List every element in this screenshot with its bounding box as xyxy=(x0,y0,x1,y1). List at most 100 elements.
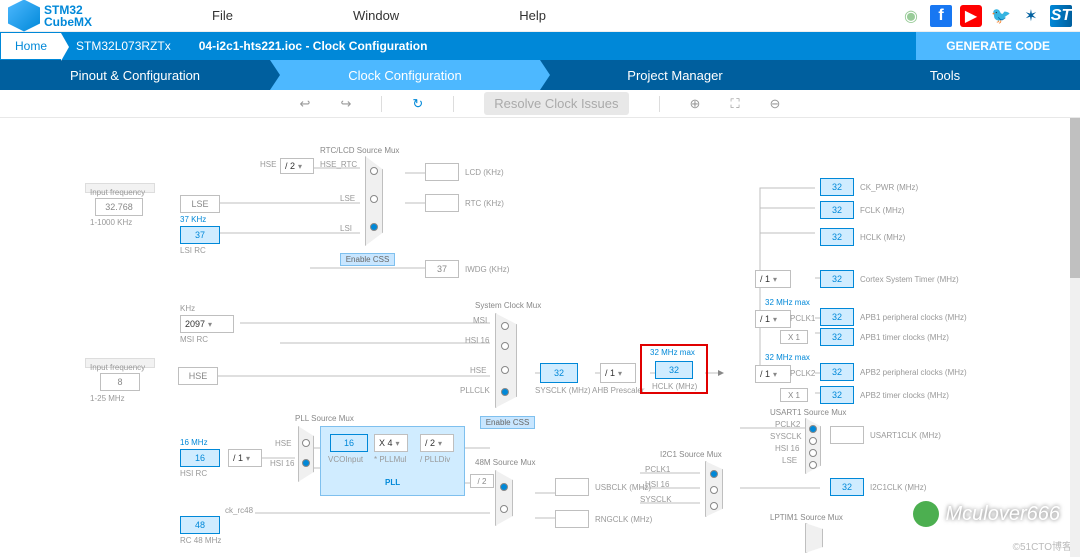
sysclk-label: SYSCLK (MHz) xyxy=(535,386,591,395)
ck-rc48-label: ck_rc48 xyxy=(225,506,253,515)
khz-label: KHz xyxy=(180,304,195,313)
menu-file[interactable]: File xyxy=(212,8,233,23)
network-icon[interactable]: ✶ xyxy=(1020,5,1042,27)
hse-mux-label: HSE xyxy=(470,366,486,375)
input-freq-lse-block: Input frequency xyxy=(85,183,155,193)
lse-box: LSE xyxy=(180,195,220,213)
fclk-box: 32 xyxy=(820,201,854,219)
apb2p-box: 32 xyxy=(820,363,854,381)
resolve-clock-button: Resolve Clock Issues xyxy=(484,92,628,115)
hsi-div-select[interactable]: / 1 xyxy=(228,449,262,467)
menu-help[interactable]: Help xyxy=(519,8,546,23)
fullscreen-icon[interactable]: ⛶ xyxy=(730,96,739,112)
i2c1-source-mux[interactable] xyxy=(705,461,723,517)
undo-icon[interactable]: ↩ xyxy=(300,96,311,112)
hse-label-rtc: HSE xyxy=(260,160,276,169)
pllclk-mux-label: PLLCLK xyxy=(460,386,490,395)
msi-mux-label: MSI xyxy=(473,316,487,325)
cortex-div-select[interactable]: / 1 xyxy=(755,270,791,288)
hse-freq-input[interactable]: 8 xyxy=(100,373,140,391)
st-logo-icon[interactable]: ST xyxy=(1050,5,1072,27)
lse-freq-input[interactable]: 32.768 xyxy=(95,198,143,216)
ahb-label: AHB Prescaler xyxy=(592,386,644,395)
enable-css-button-1[interactable]: Enable CSS xyxy=(340,253,395,266)
pll-hse-label: HSE xyxy=(275,439,291,448)
vco-input-box: 16 xyxy=(330,434,368,452)
scrollbar[interactable] xyxy=(1070,118,1080,557)
breadcrumb-chip[interactable]: STM32L073RZTx xyxy=(62,32,185,60)
vcoinput-label: VCOInput xyxy=(328,455,363,464)
redo-icon[interactable]: ↪ xyxy=(340,96,351,112)
rtc-mux-label: RTC/LCD Source Mux xyxy=(320,146,399,155)
watermark: Mculover666 xyxy=(913,501,1060,527)
usart1-mux-label: USART1 Source Mux xyxy=(770,408,846,417)
blog-watermark: ©51CTO博客 xyxy=(1013,538,1072,553)
lsi-freq-box: 37 xyxy=(180,226,220,244)
pll-src-mux-label: PLL Source Mux xyxy=(295,414,354,423)
rngclk-label: RNGCLK (MHz) xyxy=(595,515,652,524)
apb1-div-select[interactable]: / 1 xyxy=(755,310,791,328)
ckpwr-label: CK_PWR (MHz) xyxy=(860,183,918,192)
breadcrumb-home[interactable]: Home xyxy=(0,32,62,60)
msi-rc-label: MSI RC xyxy=(180,335,208,344)
hsi16-mux-label: HSI 16 xyxy=(465,336,489,345)
twitter-icon[interactable]: 🐦 xyxy=(990,5,1012,27)
apb1-timer-mult: X 1 xyxy=(780,330,808,344)
apb2-timer-mult: X 1 xyxy=(780,388,808,402)
clock-diagram: Input frequency 32.768 1-1000 KHz LSE 37… xyxy=(0,118,1080,557)
tab-tools[interactable]: Tools xyxy=(810,60,1080,90)
reset-icon[interactable]: ↻ xyxy=(412,96,423,112)
lptim-mux-label: LPTIM1 Source Mux xyxy=(770,513,843,522)
logo: STM32 CubeMX xyxy=(8,0,92,32)
usart1-source-mux[interactable] xyxy=(805,418,821,474)
rtc-mux[interactable] xyxy=(365,156,383,246)
enable-css-button-2[interactable]: Enable CSS xyxy=(480,416,535,429)
cortex-label: Cortex System Timer (MHz) xyxy=(860,275,959,284)
rc48-label: RC 48 MHz xyxy=(180,536,221,545)
hse-rtc-label: HSE_RTC xyxy=(320,160,357,169)
youtube-icon[interactable]: ▶ xyxy=(960,5,982,27)
tab-clock[interactable]: Clock Configuration xyxy=(270,60,540,90)
plldiv-label: / PLLDiv xyxy=(420,455,450,464)
hsi-16mhz-label: 16 MHz xyxy=(180,438,208,447)
input-freq-label-1: Input frequency xyxy=(90,188,145,197)
msi-freq-select[interactable]: 2097 xyxy=(180,315,234,333)
hclk-max-label: 32 MHz max xyxy=(650,348,695,357)
rngclk-box xyxy=(555,510,589,528)
usart1clk-box xyxy=(830,426,864,444)
rtc-freq-box xyxy=(425,194,459,212)
tab-project[interactable]: Project Manager xyxy=(540,60,810,90)
pllmul-select[interactable]: X 4 xyxy=(374,434,408,452)
breadcrumb-file[interactable]: 04-i2c1-hts221.ioc - Clock Configuration xyxy=(185,32,442,60)
48m-mux-label: 48M Source Mux xyxy=(475,458,535,467)
system-clock-mux[interactable] xyxy=(495,313,517,408)
menu-window[interactable]: Window xyxy=(353,8,399,23)
tab-pinout[interactable]: Pinout & Configuration xyxy=(0,60,270,90)
apb1-max-label: 32 MHz max xyxy=(765,298,810,307)
i2c1-hsi16-label: HSI 16 xyxy=(645,480,669,489)
plldiv-select[interactable]: / 2 xyxy=(420,434,454,452)
apb1p-box: 32 xyxy=(820,308,854,326)
rc48-freq-box: 48 xyxy=(180,516,220,534)
ahb-prescaler-select[interactable]: / 1 xyxy=(600,363,636,383)
facebook-icon[interactable]: f xyxy=(930,5,952,27)
cortex-box: 32 xyxy=(820,270,854,288)
lsi-mux-label: LSI xyxy=(340,224,352,233)
badge-icon[interactable]: ◉ xyxy=(900,5,922,27)
hse-rtc-div-select[interactable]: / 2 xyxy=(280,158,314,174)
usart1-lse-label: LSE xyxy=(782,456,797,465)
generate-code-button[interactable]: GENERATE CODE xyxy=(916,32,1080,60)
hsi-rc-label: HSI RC xyxy=(180,469,207,478)
iwdg-label: IWDG (KHz) xyxy=(465,265,509,274)
hclk2-label: HCLK (MHz) xyxy=(860,233,905,242)
pll-label: PLL xyxy=(385,478,400,487)
lsi-rc-label: LSI RC xyxy=(180,246,206,255)
pllmul-label: * PLLMul xyxy=(374,455,406,464)
usart1-hsi16-label: HSI 16 xyxy=(775,444,799,453)
zoom-in-icon[interactable]: ⊕ xyxy=(690,96,701,112)
pll-hsi16-label: HSI 16 xyxy=(270,459,294,468)
zoom-out-icon[interactable]: ⊖ xyxy=(770,96,781,112)
logo-text-2: CubeMX xyxy=(44,16,92,28)
lcd-freq-box xyxy=(425,163,459,181)
apb2-div-select[interactable]: / 1 xyxy=(755,365,791,383)
